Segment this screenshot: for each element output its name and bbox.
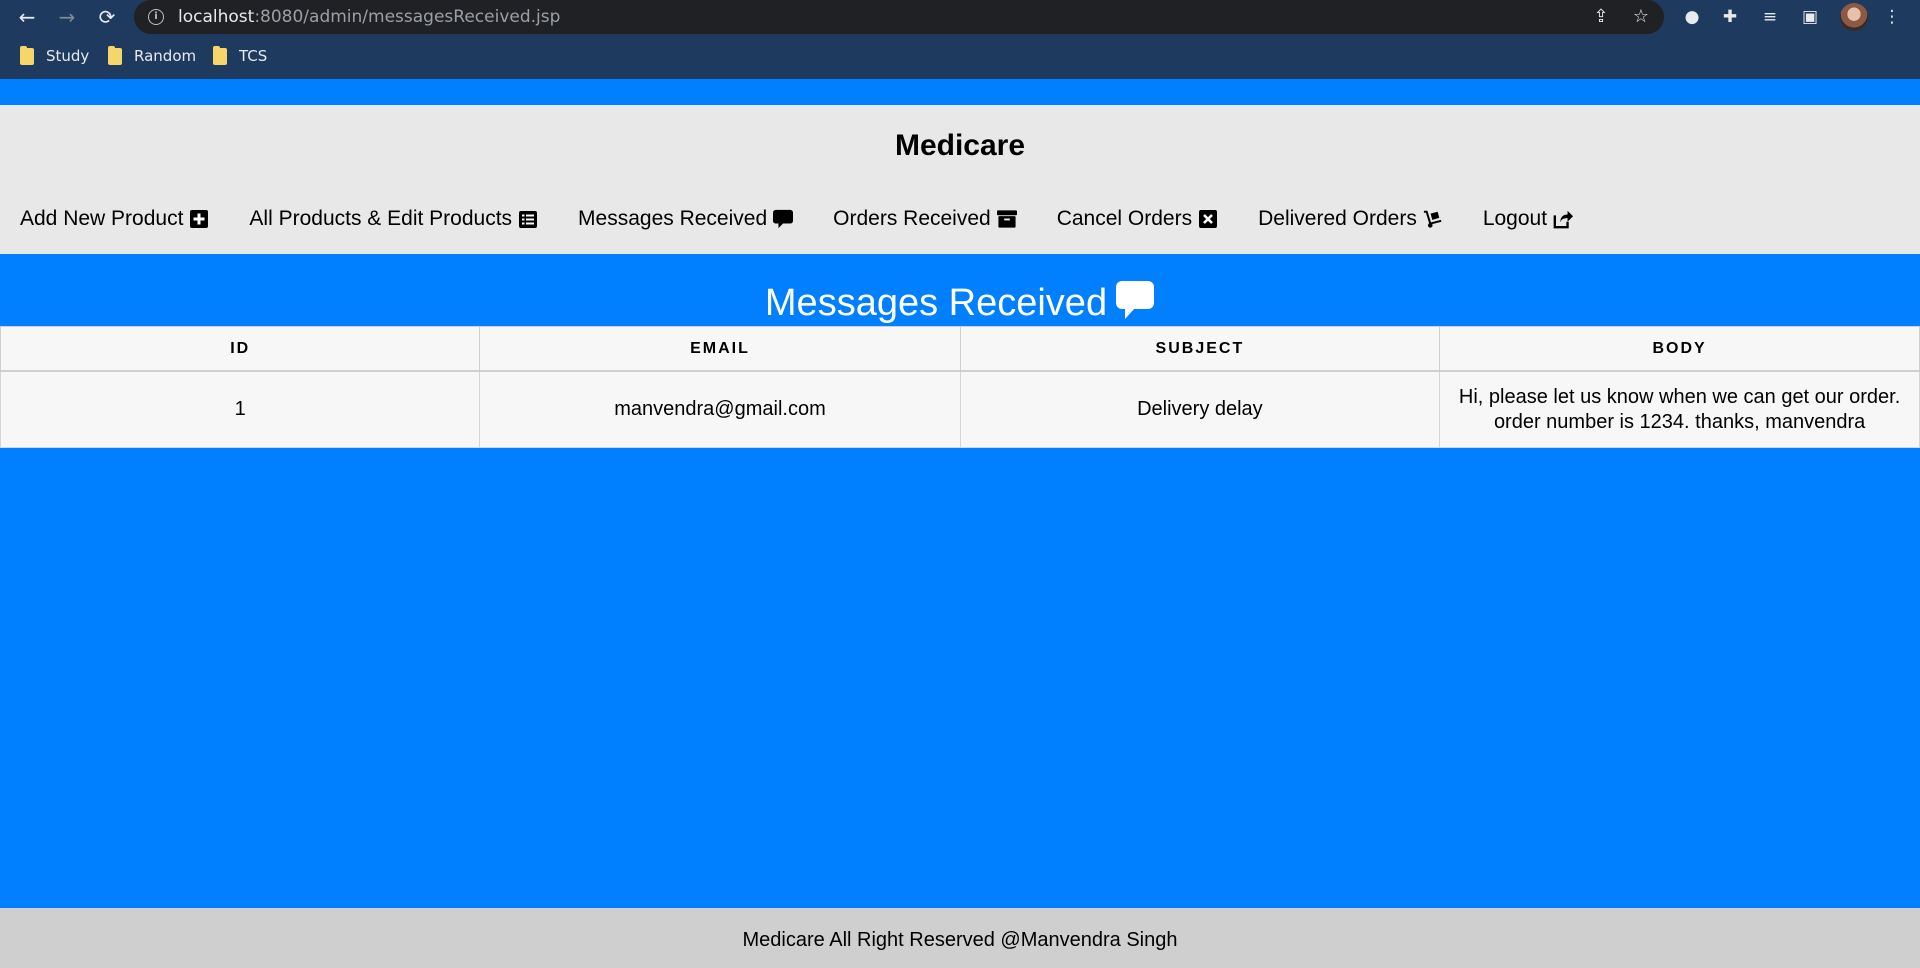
dolly-icon — [1423, 209, 1443, 229]
nav-cancel-orders[interactable]: Cancel Orders — [1057, 207, 1218, 231]
browser-toolbar: ← → ⟳ i localhost:8080/admin/messagesRec… — [0, 0, 1920, 34]
bookmark-study[interactable]: Study — [20, 45, 89, 66]
extensions-puzzle-icon[interactable]: ✚ — [1718, 6, 1742, 28]
main-content: Messages Received ID EMAIL SUBJECT BODY … — [0, 254, 1920, 908]
nav-messages-received[interactable]: Messages Received — [578, 207, 794, 231]
comment-icon — [773, 209, 794, 229]
column-header-id: ID — [0, 326, 481, 372]
top-blue-strip — [0, 79, 1920, 105]
bookmarks-bar: Study Random TCS — [0, 34, 1920, 79]
table-row: 1 manvendra@gmail.com Delivery delay Hi,… — [0, 370, 1920, 448]
bookmark-random[interactable]: Random — [108, 45, 196, 66]
folder-icon — [20, 45, 34, 65]
nav-all-products[interactable]: All Products & Edit Products — [249, 207, 538, 231]
column-header-body: BODY — [1439, 326, 1920, 372]
nav-orders-received[interactable]: Orders Received — [833, 207, 1017, 231]
column-header-subject: SUBJECT — [959, 326, 1441, 372]
profile-avatar[interactable] — [1840, 3, 1868, 31]
nav-logout[interactable]: Logout — [1483, 207, 1574, 231]
forward-arrow-icon[interactable]: → — [54, 4, 80, 30]
back-arrow-icon[interactable]: ← — [14, 4, 40, 30]
media-control-icon[interactable]: ≡ — [1758, 6, 1782, 28]
side-panel-icon[interactable]: ▣ — [1798, 6, 1822, 28]
column-header-email: EMAIL — [479, 326, 961, 372]
site-footer: Medicare All Right Reserved @Manvendra S… — [0, 908, 1920, 968]
share-icon[interactable]: ⇪ — [1590, 6, 1612, 28]
messages-table: ID EMAIL SUBJECT BODY 1 manvendra@gmail.… — [0, 326, 1920, 448]
folder-icon — [108, 45, 122, 65]
nav-add-new-product[interactable]: Add New Product — [20, 207, 209, 231]
footer-copyright: Medicare All Right Reserved @Manvendra S… — [742, 929, 1178, 951]
comment-icon — [1115, 280, 1155, 330]
kebab-menu-icon[interactable]: ⋮ — [1880, 6, 1904, 28]
address-bar[interactable]: i localhost:8080/admin/messagesReceived.… — [134, 0, 1664, 34]
share-square-icon — [1553, 209, 1574, 229]
cell-id: 1 — [0, 370, 481, 448]
cell-body: Hi, please let us know when we can get o… — [1439, 370, 1920, 448]
list-alt-icon — [518, 209, 538, 229]
site-info-icon[interactable]: i — [148, 9, 164, 25]
bookmark-tcs[interactable]: TCS — [213, 45, 267, 66]
site-header: Medicare Add New Product All Products & … — [0, 105, 1920, 254]
cell-subject: Delivery delay — [959, 370, 1441, 448]
cell-email: manvendra@gmail.com — [479, 370, 961, 448]
brand-title: Medicare — [894, 129, 1026, 162]
folder-icon — [213, 45, 227, 65]
nav-delivered-orders[interactable]: Delivered Orders — [1258, 207, 1443, 231]
plus-square-icon — [189, 209, 209, 229]
page-title: Messages Received — [0, 280, 1920, 330]
bookmark-star-icon[interactable]: ☆ — [1630, 6, 1652, 28]
extension-icon[interactable]: ● — [1680, 6, 1704, 28]
admin-nav: Add New Product All Products & Edit Prod… — [20, 207, 1613, 231]
url-text[interactable]: localhost:8080/admin/messagesReceived.js… — [178, 7, 560, 27]
window-close-icon — [1198, 209, 1218, 229]
archive-icon — [996, 209, 1017, 229]
reload-icon[interactable]: ⟳ — [94, 4, 120, 30]
table-header-row: ID EMAIL SUBJECT BODY — [0, 326, 1920, 372]
